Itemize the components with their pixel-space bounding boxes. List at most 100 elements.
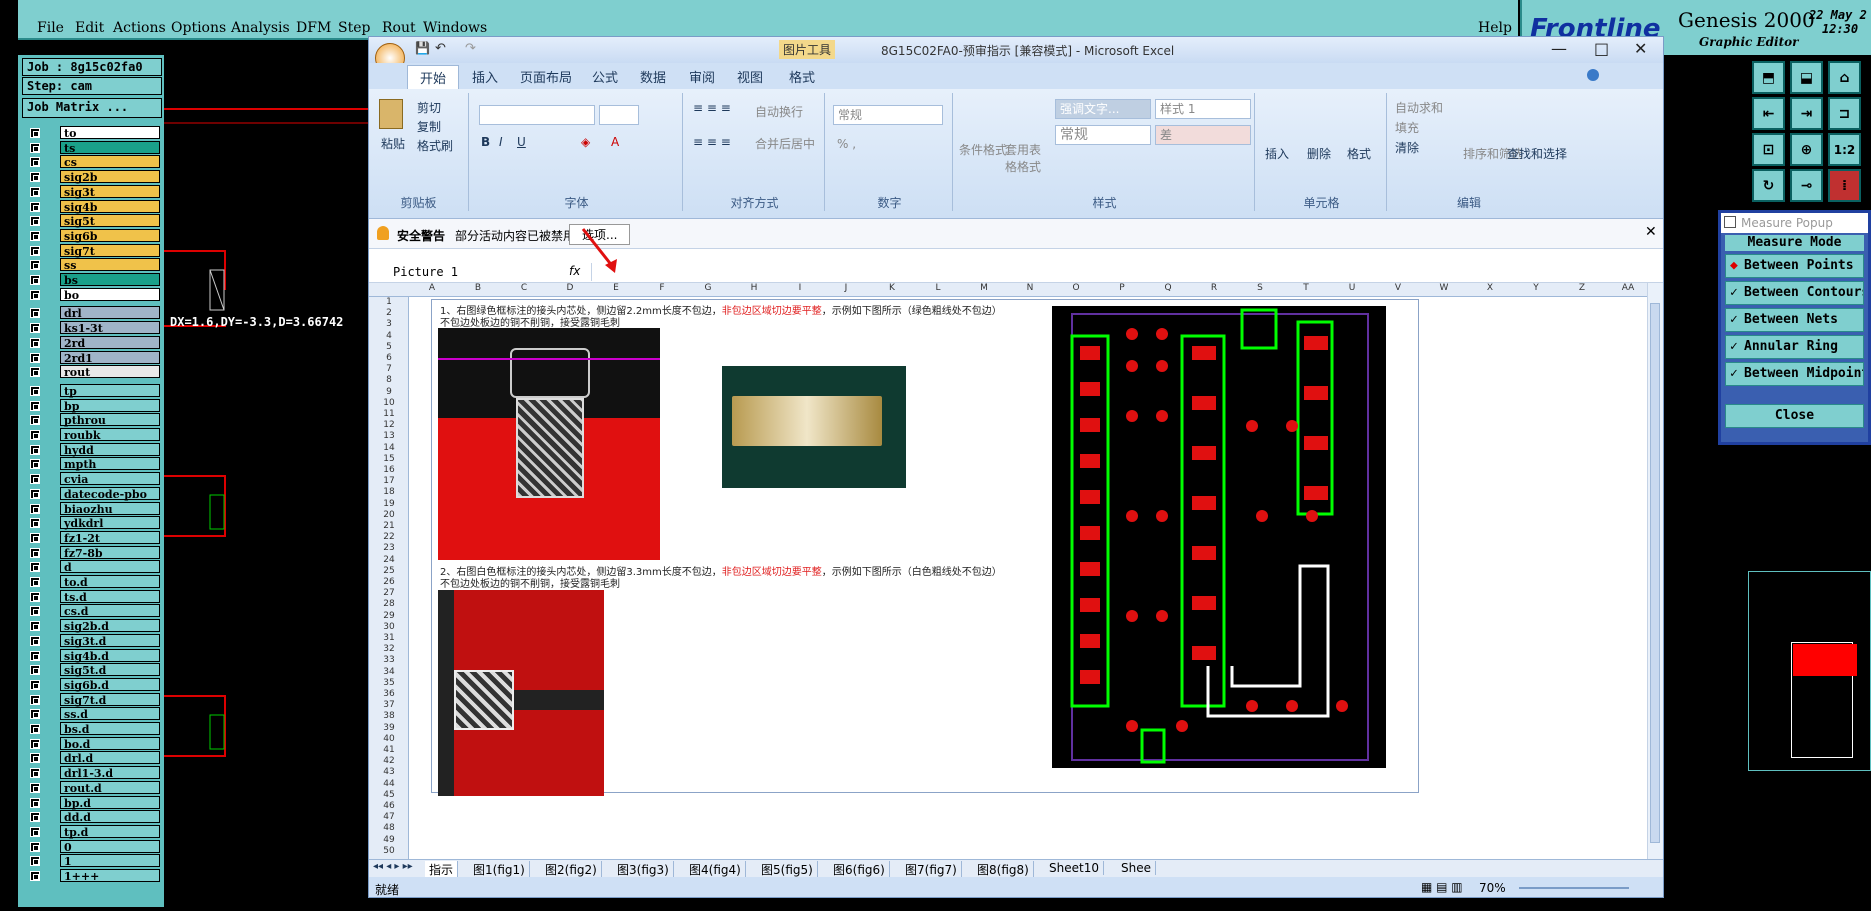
- scale-1-2-button[interactable]: 1:2: [1828, 133, 1861, 166]
- layer-checkbox[interactable]: [30, 216, 40, 227]
- row-header[interactable]: 28: [369, 599, 409, 609]
- row-header[interactable]: 32: [369, 644, 409, 654]
- column-header[interactable]: Z: [1559, 283, 1605, 293]
- tool-icon-10[interactable]: ↻: [1752, 169, 1785, 202]
- row-header[interactable]: 8: [369, 375, 409, 385]
- layer-row[interactable]: sig3t: [26, 184, 162, 199]
- sheet-tab[interactable]: 图8(fig8): [973, 861, 1034, 878]
- row-header[interactable]: 26: [369, 577, 409, 587]
- delete-cells-button[interactable]: 删除: [1307, 145, 1331, 162]
- layer-checkbox[interactable]: [30, 186, 40, 197]
- layer-checkbox[interactable]: [30, 400, 40, 411]
- layer-checkbox[interactable]: [30, 532, 40, 543]
- layer-checkbox[interactable]: [30, 577, 40, 587]
- row-header[interactable]: 18: [369, 487, 409, 497]
- tab-formulas[interactable]: 公式: [592, 67, 618, 86]
- paste-icon[interactable]: [379, 99, 403, 129]
- zoom-fit-icon[interactable]: ⊡: [1752, 133, 1785, 166]
- layer-row[interactable]: sig4b.d: [26, 648, 162, 663]
- layer-checkbox[interactable]: [30, 415, 40, 426]
- layer-checkbox[interactable]: [30, 367, 40, 378]
- row-header[interactable]: 43: [369, 767, 409, 777]
- layer-checkbox[interactable]: [30, 230, 40, 241]
- layer-row[interactable]: sig5t.d: [26, 663, 162, 677]
- sheet-tab[interactable]: 图7(fig7): [901, 861, 962, 878]
- column-header[interactable]: N: [1007, 283, 1053, 293]
- row-header[interactable]: 10: [369, 398, 409, 408]
- percent-icon[interactable]: % ,: [837, 137, 856, 151]
- layer-checkbox[interactable]: [30, 142, 40, 153]
- column-header[interactable]: H: [731, 283, 777, 293]
- format-cells-button[interactable]: 格式: [1347, 145, 1371, 162]
- layer-checkbox[interactable]: [30, 679, 40, 690]
- layer-row[interactable]: pthrou: [26, 413, 162, 427]
- align-left-icon[interactable]: ≡ ≡ ≡: [693, 135, 731, 149]
- layer-checkbox[interactable]: [30, 694, 40, 705]
- sheet-tab[interactable]: 图5(fig5): [757, 861, 818, 878]
- row-header[interactable]: 14: [369, 443, 409, 453]
- layer-row[interactable]: d: [26, 560, 162, 574]
- row-header[interactable]: 33: [369, 655, 409, 665]
- layer-row[interactable]: ss.d: [26, 707, 162, 721]
- name-box[interactable]: Picture 1: [373, 263, 493, 281]
- layer-row[interactable]: sig6b: [26, 228, 162, 243]
- row-header[interactable]: 49: [369, 835, 409, 845]
- between-contours-option[interactable]: ✓ Between Contours: [1725, 281, 1864, 305]
- layer-checkbox[interactable]: [30, 562, 40, 573]
- layer-row[interactable]: datecode-pbo: [26, 486, 162, 501]
- layer-row[interactable]: drl.d: [26, 751, 162, 765]
- layer-row[interactable]: 0: [26, 839, 162, 854]
- tool-icon-2[interactable]: ⬓: [1790, 61, 1823, 94]
- view-buttons[interactable]: ▦ ▤ ▥: [1421, 880, 1463, 894]
- row-header[interactable]: 42: [369, 756, 409, 766]
- tab-page-layout[interactable]: 页面布局: [520, 67, 572, 86]
- menu-actions[interactable]: Actions: [113, 20, 166, 36]
- zoom-level[interactable]: 70%: [1479, 881, 1506, 895]
- number-format-box[interactable]: 常规: [833, 105, 943, 125]
- layer-checkbox[interactable]: [30, 503, 40, 514]
- column-header[interactable]: S: [1237, 283, 1283, 293]
- worksheet[interactable]: 1、右图绿色框标注的接头内芯处，侧边留2.2mm长度不包边，非包边区域切边要平整…: [409, 228, 1647, 859]
- column-header[interactable]: A: [409, 283, 455, 293]
- format-painter-button[interactable]: 格式刷: [417, 137, 453, 154]
- column-header[interactable]: X: [1467, 283, 1513, 293]
- layer-checkbox[interactable]: [30, 308, 40, 319]
- layer-row[interactable]: sig2b: [26, 170, 162, 184]
- tool-icon-5[interactable]: ⇥: [1790, 97, 1823, 130]
- layer-row[interactable]: cs: [26, 155, 162, 169]
- font-color-icon[interactable]: A: [611, 135, 619, 149]
- layer-row[interactable]: hydd: [26, 442, 162, 457]
- layer-row[interactable]: rout.d: [26, 780, 162, 795]
- row-header[interactable]: 44: [369, 779, 409, 789]
- layer-checkbox[interactable]: [30, 826, 40, 837]
- align-top-icon[interactable]: ≡ ≡ ≡: [693, 101, 731, 115]
- home-icon[interactable]: ⌂: [1828, 61, 1861, 94]
- row-header[interactable]: 34: [369, 667, 409, 677]
- layer-checkbox[interactable]: [30, 337, 40, 348]
- between-midpoints-option[interactable]: ✓ Between Midpoints: [1725, 362, 1864, 386]
- row-header[interactable]: 21: [369, 521, 409, 531]
- layer-checkbox[interactable]: [30, 871, 40, 881]
- layer-row[interactable]: 2rd1: [26, 350, 162, 365]
- layer-row[interactable]: bo.d: [26, 736, 162, 751]
- column-header[interactable]: K: [869, 283, 915, 293]
- layer-checkbox[interactable]: [30, 621, 40, 632]
- undo-icon[interactable]: ↶: [435, 41, 446, 56]
- picture-object[interactable]: 1、右图绿色框标注的接头内芯处，侧边留2.2mm长度不包边，非包边区域切边要平整…: [431, 299, 1419, 796]
- layer-row[interactable]: sig7t: [26, 243, 162, 258]
- annular-ring-option[interactable]: ✓ Annular Ring: [1725, 335, 1864, 359]
- style-bad[interactable]: 差: [1155, 125, 1251, 145]
- tab-view[interactable]: 视图: [737, 67, 763, 86]
- layer-row[interactable]: ts.d: [26, 589, 162, 604]
- column-header[interactable]: D: [547, 283, 593, 293]
- find-select-button[interactable]: 查找和选择: [1507, 145, 1567, 162]
- row-header[interactable]: 39: [369, 723, 409, 733]
- bold-icon[interactable]: B: [481, 135, 490, 149]
- close-button[interactable]: Close: [1725, 404, 1864, 428]
- row-header[interactable]: 22: [369, 532, 409, 542]
- layer-checkbox[interactable]: [30, 128, 40, 138]
- layer-row[interactable]: 1+++: [26, 869, 162, 883]
- row-header[interactable]: 7: [369, 364, 409, 374]
- layer-row[interactable]: roubk: [26, 428, 162, 442]
- layer-row[interactable]: tp: [26, 383, 162, 398]
